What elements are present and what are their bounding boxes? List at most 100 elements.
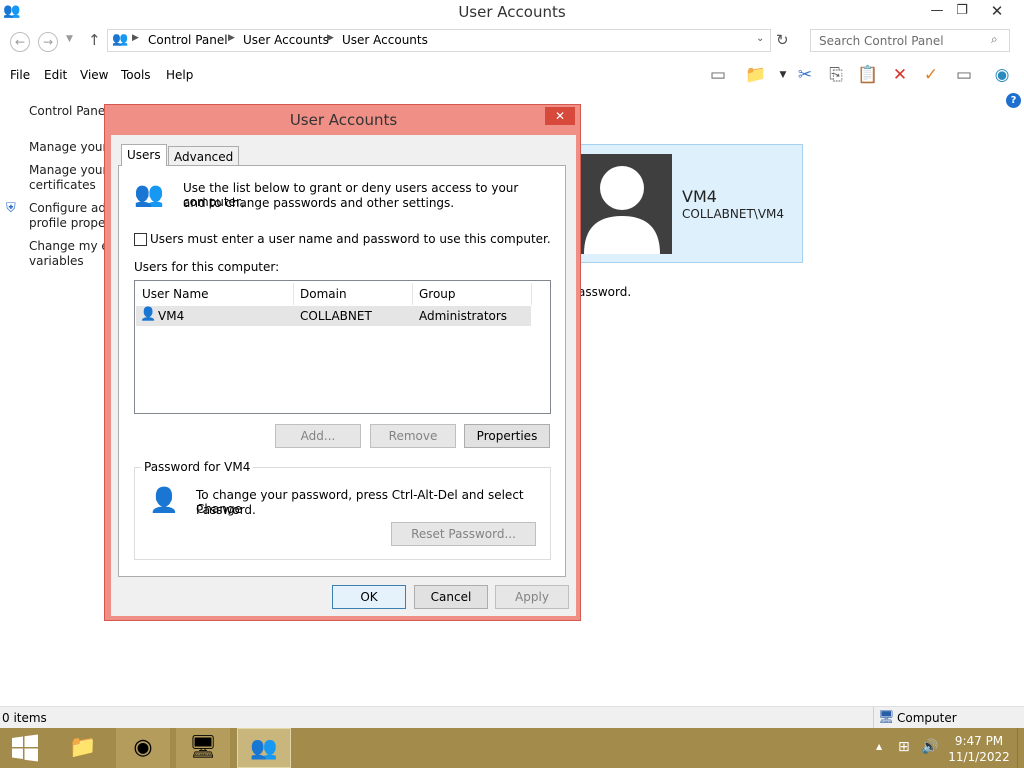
- menu-edit[interactable]: Edit: [44, 68, 67, 82]
- tab-users[interactable]: Users: [121, 144, 167, 166]
- menu-help[interactable]: Help: [166, 68, 193, 82]
- behind-dialog-text: assword.: [578, 285, 632, 299]
- user-card: VM4 COLLABNET\VM4: [578, 144, 803, 263]
- close-button[interactable]: ✕: [982, 0, 1012, 22]
- breadcrumb-user-accounts[interactable]: User Accounts: [243, 33, 329, 47]
- delete-icon[interactable]: ✕: [888, 63, 912, 87]
- back-button[interactable]: ←: [10, 32, 30, 52]
- copy-icon[interactable]: ⎘: [824, 63, 848, 87]
- control-panel-icon: 🖥: [189, 735, 217, 760]
- cut-icon[interactable]: ✂: [793, 63, 817, 87]
- user-domain-cell: COLLABNET: [300, 309, 372, 323]
- user-accounts-icon: 👥: [250, 736, 278, 761]
- menu-view[interactable]: View: [80, 68, 108, 82]
- menu-file[interactable]: File: [10, 68, 30, 82]
- help-icon[interactable]: ?: [1006, 93, 1021, 108]
- start-button[interactable]: [0, 728, 50, 768]
- show-hidden-icons-icon[interactable]: ▲: [876, 742, 882, 751]
- recent-locations-icon[interactable]: ▼: [66, 34, 73, 44]
- left-panel-link[interactable]: variables: [29, 254, 84, 269]
- status-divider: [873, 707, 874, 728]
- breadcrumb-user-accounts-current[interactable]: User Accounts: [342, 33, 428, 47]
- breadcrumb-separator-icon: ▶: [228, 33, 235, 43]
- breadcrumb-control-panel[interactable]: Control Panel: [148, 33, 228, 47]
- paste-icon[interactable]: 📋: [856, 63, 880, 87]
- menu-tools[interactable]: Tools: [121, 68, 151, 82]
- breadcrumb-separator-icon: ▶: [132, 33, 139, 43]
- apply-button[interactable]: Apply: [495, 585, 569, 609]
- tab-panel: 👥 Use the list below to grant or deny us…: [118, 165, 566, 577]
- up-button[interactable]: ↑: [88, 31, 101, 49]
- user-name-cell: VM4: [158, 309, 185, 323]
- table-row[interactable]: 👤 VM4 COLLABNET Administrators: [136, 306, 531, 326]
- require-password-label[interactable]: Users must enter a user name and passwor…: [150, 232, 551, 246]
- users-list[interactable]: User Name Domain Group 👤 VM4 COLLABNET A…: [134, 280, 551, 414]
- ok-button[interactable]: OK: [332, 585, 406, 609]
- properties-button[interactable]: Properties: [464, 424, 550, 448]
- user-accounts-dialog: User Accounts ✕ Users Advanced 👥 Use the…: [104, 104, 581, 621]
- layout-icon[interactable]: ▭: [706, 63, 730, 87]
- refresh-icon[interactable]: ↻: [776, 31, 789, 49]
- user-avatar-icon: [584, 166, 660, 254]
- cancel-button[interactable]: Cancel: [414, 585, 488, 609]
- column-group[interactable]: Group: [413, 283, 532, 305]
- globe-icon[interactable]: ◉: [990, 63, 1014, 87]
- restore-button[interactable]: ❐: [947, 0, 977, 22]
- password-text-line-2: Password.: [196, 503, 256, 517]
- remove-user-button[interactable]: Remove: [370, 424, 456, 448]
- status-location: Computer: [897, 711, 957, 725]
- password-user-icon: 👤: [149, 486, 179, 514]
- computer-icon: 🖥: [878, 710, 895, 725]
- left-panel-link[interactable]: profile propert: [29, 216, 115, 231]
- clock[interactable]: 9:47 PM 11/1/2022: [946, 733, 1012, 765]
- user-icon: 👤: [140, 307, 157, 322]
- require-password-checkbox[interactable]: [134, 233, 147, 246]
- dialog-close-button[interactable]: ✕: [545, 107, 575, 125]
- users-icon: 👥: [134, 180, 164, 208]
- folder-icon: 📁: [69, 735, 97, 760]
- user-accounts-taskbar-button[interactable]: 👥: [237, 728, 291, 768]
- reset-password-button[interactable]: Reset Password...: [391, 522, 536, 546]
- volume-icon[interactable]: 🔊: [921, 739, 938, 755]
- file-explorer-taskbar-button[interactable]: 📁: [56, 728, 110, 768]
- avatar: [579, 154, 672, 254]
- folder-options-icon[interactable]: 📁: [744, 63, 768, 87]
- breadcrumb-separator-icon: ▶: [327, 33, 334, 43]
- add-user-button[interactable]: Add...: [275, 424, 361, 448]
- control-panel-icon: 👥: [112, 32, 129, 47]
- shield-icon: ⛨: [6, 201, 16, 216]
- user-card-account: COLLABNET\VM4: [682, 207, 785, 221]
- check-icon[interactable]: ✓: [919, 63, 943, 87]
- dialog-title: User Accounts: [289, 111, 398, 129]
- left-panel-link[interactable]: Configure adv: [29, 201, 113, 216]
- taskbar: 📁 ◉ 🖥 👥 ▲ ⊞ 🔊 9:47 PM 11/1/2022: [0, 728, 1024, 768]
- chrome-taskbar-button[interactable]: ◉: [116, 728, 170, 768]
- control-panel-taskbar-button[interactable]: 🖥: [176, 728, 230, 768]
- window-titlebar: 👥 User Accounts — ❐ ✕: [0, 0, 1024, 24]
- network-icon[interactable]: ⊞: [898, 739, 910, 755]
- left-panel-link[interactable]: Manage your f: [29, 163, 116, 178]
- address-dropdown-icon[interactable]: ⌄: [756, 33, 764, 44]
- clock-date: 11/1/2022: [948, 750, 1010, 764]
- password-group-title: Password for VM4: [141, 460, 254, 474]
- search-input[interactable]: Search Control Panel ⌕: [810, 29, 1010, 52]
- column-domain[interactable]: Domain: [294, 283, 413, 305]
- status-bar: 0 items 🖥 Computer: [0, 706, 1024, 728]
- intro-line-2: and to change passwords and other settin…: [183, 196, 455, 210]
- left-panel-link[interactable]: certificates: [29, 178, 96, 193]
- show-desktop-button[interactable]: [1017, 728, 1024, 768]
- password-group: Password for VM4 👤 To change your passwo…: [134, 460, 551, 560]
- window-title: User Accounts: [458, 3, 566, 21]
- clock-time: 9:47 PM: [954, 734, 1004, 748]
- item-count: 0 items: [2, 711, 47, 725]
- column-user-name[interactable]: User Name: [136, 283, 294, 305]
- user-group-cell: Administrators: [419, 309, 508, 323]
- forward-button[interactable]: →: [38, 32, 58, 52]
- tab-advanced[interactable]: Advanced: [168, 146, 240, 165]
- user-card-name: VM4: [682, 187, 717, 206]
- properties-icon[interactable]: ▭: [952, 63, 976, 87]
- folder-dropdown-icon[interactable]: ▼: [771, 63, 795, 87]
- search-icon[interactable]: ⌕: [991, 32, 998, 47]
- address-bar[interactable]: 👥 ▶ Control Panel ▶ User Accounts ▶ User…: [107, 29, 771, 52]
- left-panel-home-link[interactable]: Control Panel: [29, 104, 109, 119]
